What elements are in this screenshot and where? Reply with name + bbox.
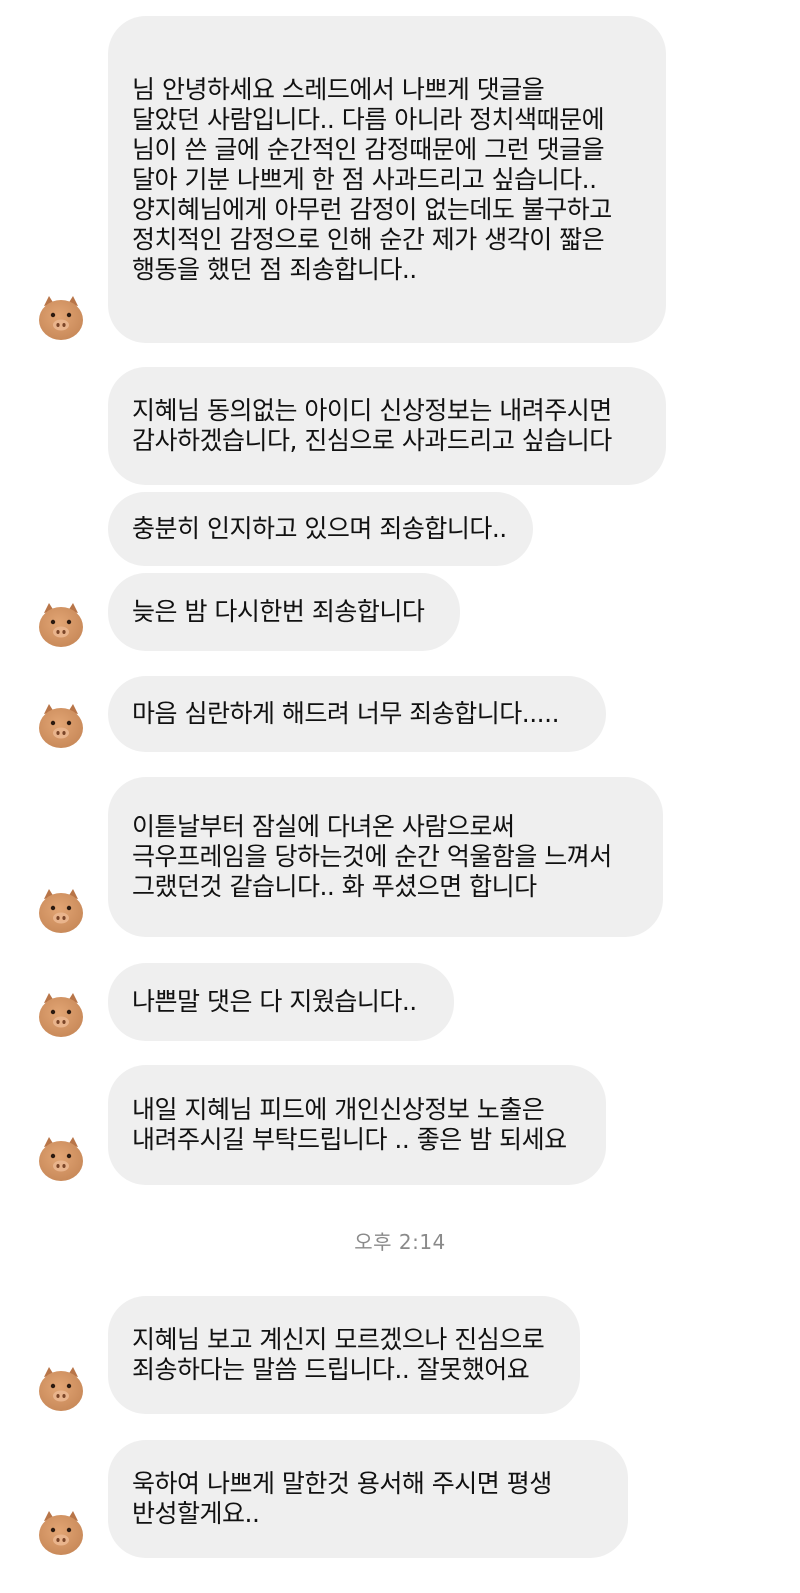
pig-avatar-icon[interactable]	[34, 1361, 88, 1415]
pig-avatar-icon[interactable]	[34, 698, 88, 752]
message-text: 늦은 밤 다시한번 죄송합니다	[132, 597, 425, 626]
pig-avatar-icon[interactable]	[34, 883, 88, 937]
pig-avatar-icon[interactable]	[34, 290, 88, 344]
message-bubble[interactable]: 나쁜말 댓은 다 지웠습니다..	[108, 963, 454, 1041]
pig-avatar-icon[interactable]	[34, 1131, 88, 1185]
message-timestamp: 오후 2:14	[354, 1230, 446, 1254]
pig-avatar-icon[interactable]	[34, 1505, 88, 1559]
message-text: 욱하여 나쁘게 말한것 용서해 주시면 평생 반성할게요..	[132, 1469, 552, 1528]
message-text: 나쁜말 댓은 다 지웠습니다..	[132, 987, 417, 1016]
message-text: 충분히 인지하고 있으며 죄송합니다..	[132, 514, 507, 543]
message-text: 님 안녕하세요 스레드에서 나쁘게 댓글을 달았던 사람입니다.. 다름 아니라…	[132, 74, 612, 284]
message-text: 내일 지혜님 피드에 개인신상정보 노출은 내려주시길 부탁드립니다 .. 좋은…	[132, 1095, 567, 1154]
message-bubble[interactable]: 이튿날부터 잠실에 다녀온 사람으로써 극우프레임을 당하는것에 순간 억울함을…	[108, 777, 663, 937]
message-bubble[interactable]: 충분히 인지하고 있으며 죄송합니다..	[108, 492, 533, 566]
message-bubble[interactable]: 마음 심란하게 해드려 너무 죄송합니다.....	[108, 676, 606, 752]
message-bubble[interactable]: 지혜님 보고 계신지 모르겠으나 진심으로 죄송하다는 말씀 드립니다.. 잘못…	[108, 1296, 580, 1414]
message-text: 이튿날부터 잠실에 다녀온 사람으로써 극우프레임을 당하는것에 순간 억울함을…	[132, 812, 612, 901]
message-text: 지혜님 동의없는 아이디 신상정보는 내려주시면 감사하겠습니다, 진심으로 사…	[132, 396, 612, 455]
message-bubble[interactable]: 욱하여 나쁘게 말한것 용서해 주시면 평생 반성할게요..	[108, 1440, 628, 1558]
message-text: 마음 심란하게 해드려 너무 죄송합니다.....	[132, 699, 560, 728]
pig-avatar-icon[interactable]	[34, 597, 88, 651]
message-bubble[interactable]: 님 안녕하세요 스레드에서 나쁘게 댓글을 달았던 사람입니다.. 다름 아니라…	[108, 16, 666, 343]
pig-avatar-icon[interactable]	[34, 987, 88, 1041]
message-bubble[interactable]: 내일 지혜님 피드에 개인신상정보 노출은 내려주시길 부탁드립니다 .. 좋은…	[108, 1065, 606, 1185]
message-bubble[interactable]: 늦은 밤 다시한번 죄송합니다	[108, 573, 460, 651]
message-bubble[interactable]: 지혜님 동의없는 아이디 신상정보는 내려주시면 감사하겠습니다, 진심으로 사…	[108, 367, 666, 485]
message-text: 지혜님 보고 계신지 모르겠으나 진심으로 죄송하다는 말씀 드립니다.. 잘못…	[132, 1325, 545, 1384]
